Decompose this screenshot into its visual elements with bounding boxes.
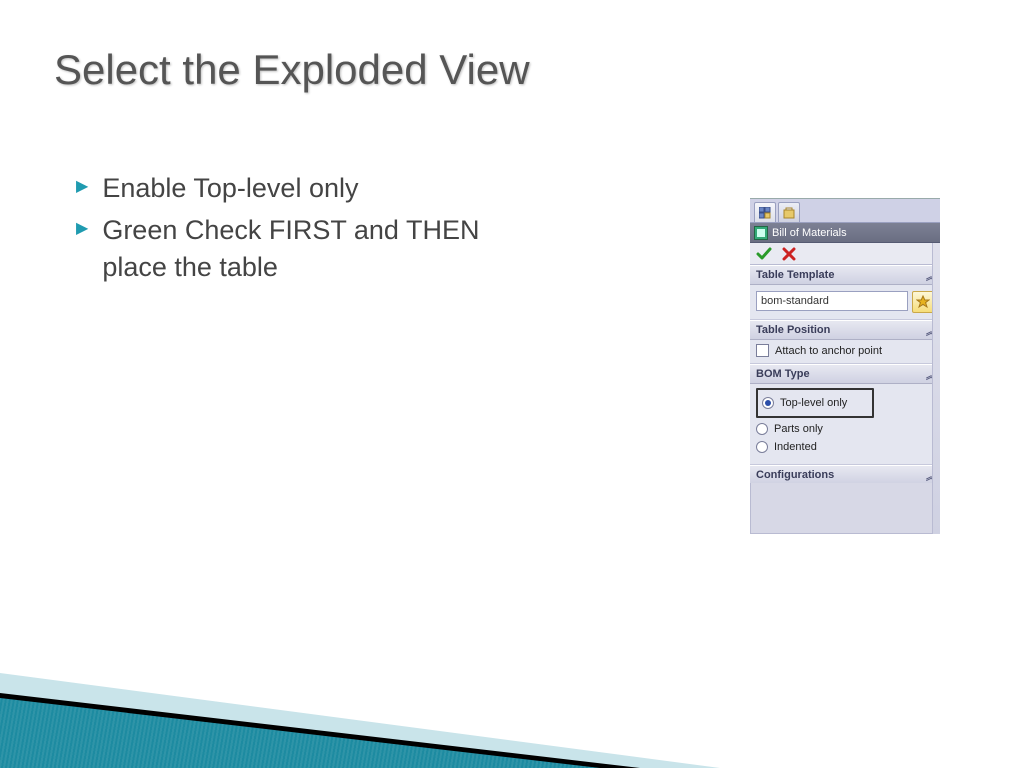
template-name-input[interactable] bbox=[756, 291, 908, 311]
cancel-x-icon[interactable] bbox=[782, 247, 796, 261]
section-label: BOM Type bbox=[756, 368, 810, 380]
section-header-position[interactable]: Table Position ︽ bbox=[750, 320, 940, 340]
radio-label: Indented bbox=[774, 441, 817, 453]
checkbox-icon bbox=[756, 344, 769, 357]
bullet-marker-icon: ▶ bbox=[76, 176, 88, 198]
bom-radio-indented[interactable]: Indented bbox=[756, 440, 934, 454]
section-body-template bbox=[750, 285, 940, 320]
anchor-checkbox-row[interactable]: Attach to anchor point bbox=[756, 344, 934, 357]
highlight-box: Top-level only bbox=[756, 388, 874, 418]
bullet-item: ▶ Enable Top-level only bbox=[76, 170, 546, 206]
section-header-template[interactable]: Table Template ︽ bbox=[750, 265, 940, 285]
browse-template-button[interactable] bbox=[912, 291, 934, 313]
property-panel: Bill of Materials Table Template ︽ bbox=[750, 198, 940, 534]
section-body-bomtype: Top-level only Parts only Indented bbox=[750, 384, 940, 465]
section-header-bomtype[interactable]: BOM Type ︽ bbox=[750, 364, 940, 384]
bullet-item: ▶ Green Check FIRST and THEN place the t… bbox=[76, 212, 546, 285]
radio-icon bbox=[762, 397, 774, 409]
scrollbar[interactable] bbox=[932, 243, 940, 534]
panel-tab-icon[interactable] bbox=[778, 202, 800, 222]
bullet-list: ▶ Enable Top-level only ▶ Green Check FI… bbox=[76, 170, 546, 291]
section-header-configurations[interactable]: Configurations ︽ bbox=[750, 465, 940, 483]
slide-title: Select the Exploded View bbox=[54, 46, 530, 94]
radio-label: Parts only bbox=[774, 423, 823, 435]
decorative-wedge bbox=[0, 698, 600, 768]
checkbox-label: Attach to anchor point bbox=[775, 345, 882, 357]
section-body-position: Attach to anchor point bbox=[750, 340, 940, 364]
panel-title: Bill of Materials bbox=[772, 227, 847, 239]
bullet-text: Enable Top-level only bbox=[102, 170, 546, 206]
section-label: Table Template bbox=[756, 269, 834, 281]
confirm-row bbox=[750, 243, 940, 265]
radio-icon bbox=[756, 423, 768, 435]
ok-check-icon[interactable] bbox=[756, 246, 772, 262]
section-label: Configurations bbox=[756, 469, 834, 481]
bom-radio-top-level[interactable]: Top-level only bbox=[762, 396, 868, 410]
radio-label: Top-level only bbox=[780, 397, 847, 409]
panel-titlebar: Bill of Materials bbox=[750, 223, 940, 243]
bullet-marker-icon: ▶ bbox=[76, 218, 88, 240]
radio-icon bbox=[756, 441, 768, 453]
panel-tab-icon[interactable] bbox=[754, 202, 776, 222]
bom-radio-parts-only[interactable]: Parts only bbox=[756, 422, 934, 436]
bom-icon bbox=[754, 226, 768, 240]
panel-tabstrip bbox=[750, 199, 940, 223]
slide: Select the Exploded View ▶ Enable Top-le… bbox=[0, 0, 1024, 768]
section-label: Table Position bbox=[756, 324, 830, 336]
bullet-text: Green Check FIRST and THEN place the tab… bbox=[102, 212, 546, 285]
